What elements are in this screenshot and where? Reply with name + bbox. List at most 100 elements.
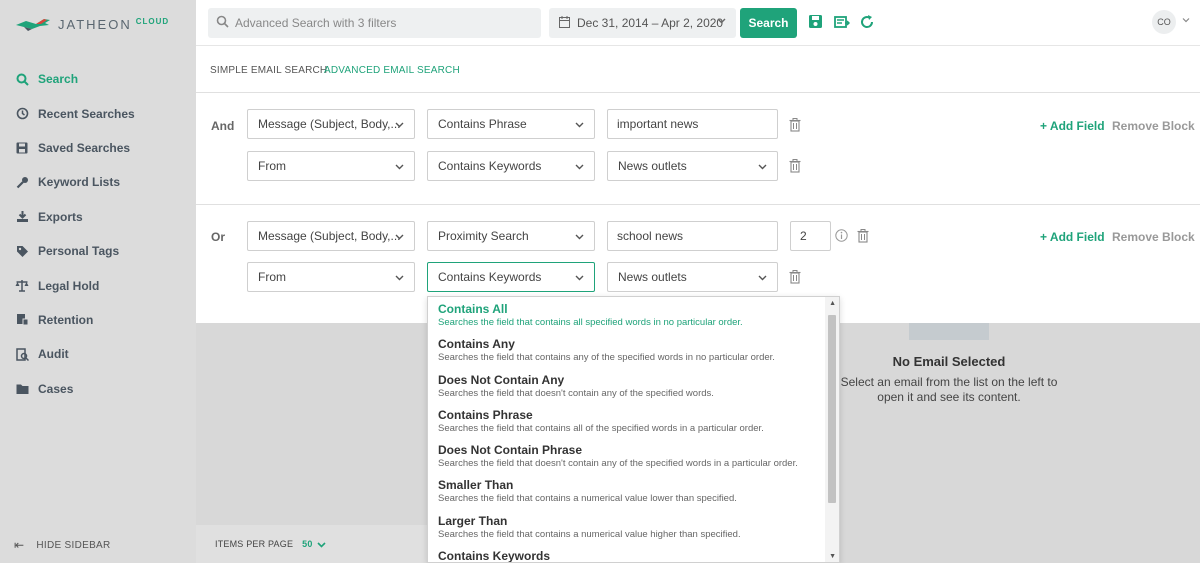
block-operator: And	[211, 119, 235, 133]
dropdown-option-contains-any[interactable]: Contains Any Searches the field that con…	[428, 332, 824, 367]
sidebar-item-label: Saved Searches	[38, 140, 131, 155]
trash-icon[interactable]	[789, 270, 801, 284]
option-title: Contains Any	[438, 337, 515, 352]
dropdown-scrollbar[interactable]: ▲ ▼	[825, 297, 839, 562]
condition-select-open[interactable]: Contains Keywords	[427, 262, 595, 292]
save-search-icon[interactable]	[808, 14, 824, 30]
option-description: Searches the field that contains a numer…	[438, 528, 741, 540]
field-select-value: Message (Subject, Body,...	[258, 117, 401, 131]
sidebar-item-retention[interactable]: Retention	[0, 303, 196, 337]
sidebar-nav: Search Recent Searches Saved Searches Ke…	[0, 62, 196, 406]
dropdown-option-contains-phrase[interactable]: Contains Phrase Searches the field that …	[428, 403, 824, 438]
sidebar-item-personal-tags[interactable]: Personal Tags	[0, 234, 196, 268]
sidebar-item-recent-searches[interactable]: Recent Searches	[0, 96, 196, 130]
sidebar-item-search[interactable]: Search	[0, 62, 196, 96]
dropdown-option-contains-all[interactable]: Contains All Searches the field that con…	[428, 297, 824, 332]
option-title: Does Not Contain Any	[438, 372, 565, 387]
brand-logo[interactable]: JATHEON CLOUD	[14, 14, 169, 34]
value-select-value: News outlets	[618, 270, 687, 284]
value-input[interactable]: school news	[607, 221, 778, 251]
hide-sidebar-button[interactable]: ⇤ HIDE SIDEBAR	[14, 538, 111, 552]
remove-block-button[interactable]: Remove Block	[1112, 119, 1195, 133]
chevron-down-icon	[395, 164, 404, 170]
option-description: Searches the field that contains all spe…	[438, 317, 743, 328]
trash-icon[interactable]	[789, 159, 801, 173]
block-operator: Or	[211, 230, 226, 244]
sidebar-item-label: Exports	[38, 209, 83, 224]
sidebar-item-keyword-lists[interactable]: Keyword Lists	[0, 165, 196, 199]
value-select[interactable]: News outlets	[607, 151, 778, 181]
option-title: Contains Keywords	[438, 549, 551, 563]
sidebar-item-legal-hold[interactable]: Legal Hold	[0, 268, 196, 302]
chevron-down-icon	[758, 164, 767, 170]
date-range-value: Dec 31, 2014 – Apr 2, 2020	[577, 16, 724, 30]
dropdown-option-smaller-than[interactable]: Smaller Than Searches the field that con…	[428, 473, 824, 508]
items-per-page-bar: ITEMS PER PAGE 50	[196, 525, 428, 563]
field-select[interactable]: Message (Subject, Body,...	[247, 109, 415, 139]
chevron-down-icon	[395, 122, 404, 128]
tab-advanced-email-search[interactable]: ADVANCED EMAIL SEARCH	[324, 65, 460, 76]
refresh-icon[interactable]	[859, 14, 875, 30]
sidebar-item-label: Retention	[38, 312, 94, 327]
avatar[interactable]: CO	[1152, 10, 1176, 34]
dropdown-option-does-not-contain-any[interactable]: Does Not Contain Any Searches the field …	[428, 368, 824, 403]
condition-select[interactable]: Contains Phrase	[427, 109, 595, 139]
value-input-text: school news	[617, 229, 684, 243]
scroll-down-arrow-icon[interactable]: ▼	[829, 553, 836, 560]
value-input[interactable]: important news	[607, 109, 778, 139]
condition-select[interactable]: Proximity Search	[427, 221, 595, 251]
sidebar-item-label: Legal Hold	[38, 278, 100, 293]
value-select[interactable]: News outlets	[607, 262, 778, 292]
sidebar-item-cases[interactable]: Cases	[0, 372, 196, 406]
brand-name: JATHEON	[58, 16, 132, 32]
field-select[interactable]: Message (Subject, Body,...	[247, 221, 415, 251]
option-title: Contains Phrase	[438, 407, 533, 422]
search-placeholder: Advanced Search with 3 filters	[235, 16, 397, 30]
option-description: Searches the field that contains any of …	[438, 352, 775, 364]
chevron-down-icon[interactable]	[1182, 16, 1190, 26]
trash-icon[interactable]	[857, 229, 869, 243]
sidebar: JATHEON CLOUD Search Recent Searches Sav…	[0, 0, 196, 563]
scrollbar-thumb[interactable]	[828, 315, 836, 503]
search-tabs: SIMPLE EMAIL SEARCH ADVANCED EMAIL SEARC…	[196, 47, 1200, 93]
chevron-down-icon	[758, 275, 767, 281]
dropdown-option-does-not-contain-phrase[interactable]: Does Not Contain Phrase Searches the fie…	[428, 438, 824, 473]
field-select[interactable]: From	[247, 262, 415, 292]
info-icon[interactable]	[835, 229, 848, 242]
sidebar-item-audit[interactable]: Audit	[0, 337, 196, 371]
option-description: Searches the field that contains a numer…	[438, 493, 737, 505]
option-title: Smaller Than	[438, 478, 514, 493]
search-input[interactable]: Advanced Search with 3 filters	[208, 8, 541, 38]
field-select-value: From	[258, 270, 286, 284]
date-range-picker[interactable]: Dec 31, 2014 – Apr 2, 2020	[549, 8, 736, 38]
scroll-up-arrow-icon[interactable]: ▲	[829, 300, 836, 307]
option-description: Searches the field that doesn't contain …	[438, 387, 714, 399]
chevron-down-icon	[575, 164, 584, 170]
option-title: Does Not Contain Phrase	[438, 443, 583, 458]
filter-block-and: And Message (Subject, Body,... Contains …	[196, 94, 1200, 205]
chevron-down-icon[interactable]	[317, 540, 326, 549]
items-per-page-value[interactable]: 50	[302, 539, 312, 549]
sidebar-item-saved-searches[interactable]: Saved Searches	[0, 131, 196, 165]
condition-select-value: Proximity Search	[438, 229, 529, 243]
sidebar-item-exports[interactable]: Exports	[0, 200, 196, 234]
field-select[interactable]: From	[247, 151, 415, 181]
add-field-button[interactable]: + Add Field	[1040, 230, 1105, 244]
remove-block-button[interactable]: Remove Block	[1112, 230, 1195, 244]
folder-icon	[15, 382, 29, 396]
chevron-down-icon	[395, 234, 404, 240]
condition-select[interactable]: Contains Keywords	[427, 151, 595, 181]
tab-simple-email-search[interactable]: SIMPLE EMAIL SEARCH	[210, 65, 327, 76]
export-search-icon[interactable]	[834, 14, 850, 30]
brand-suffix: CLOUD	[135, 16, 170, 26]
chevron-down-icon	[395, 275, 404, 281]
add-field-button[interactable]: + Add Field	[1040, 119, 1105, 133]
dropdown-option-larger-than[interactable]: Larger Than Searches the field that cont…	[428, 509, 824, 544]
trash-icon[interactable]	[789, 118, 801, 132]
option-title: Larger Than	[438, 513, 508, 528]
chevron-down-icon	[717, 18, 726, 24]
dropdown-option-contains-keywords[interactable]: Contains Keywords	[428, 544, 824, 563]
search-button[interactable]: Search	[740, 8, 797, 38]
field-select-value: From	[258, 159, 286, 173]
proximity-distance-input[interactable]: 2	[790, 221, 831, 251]
